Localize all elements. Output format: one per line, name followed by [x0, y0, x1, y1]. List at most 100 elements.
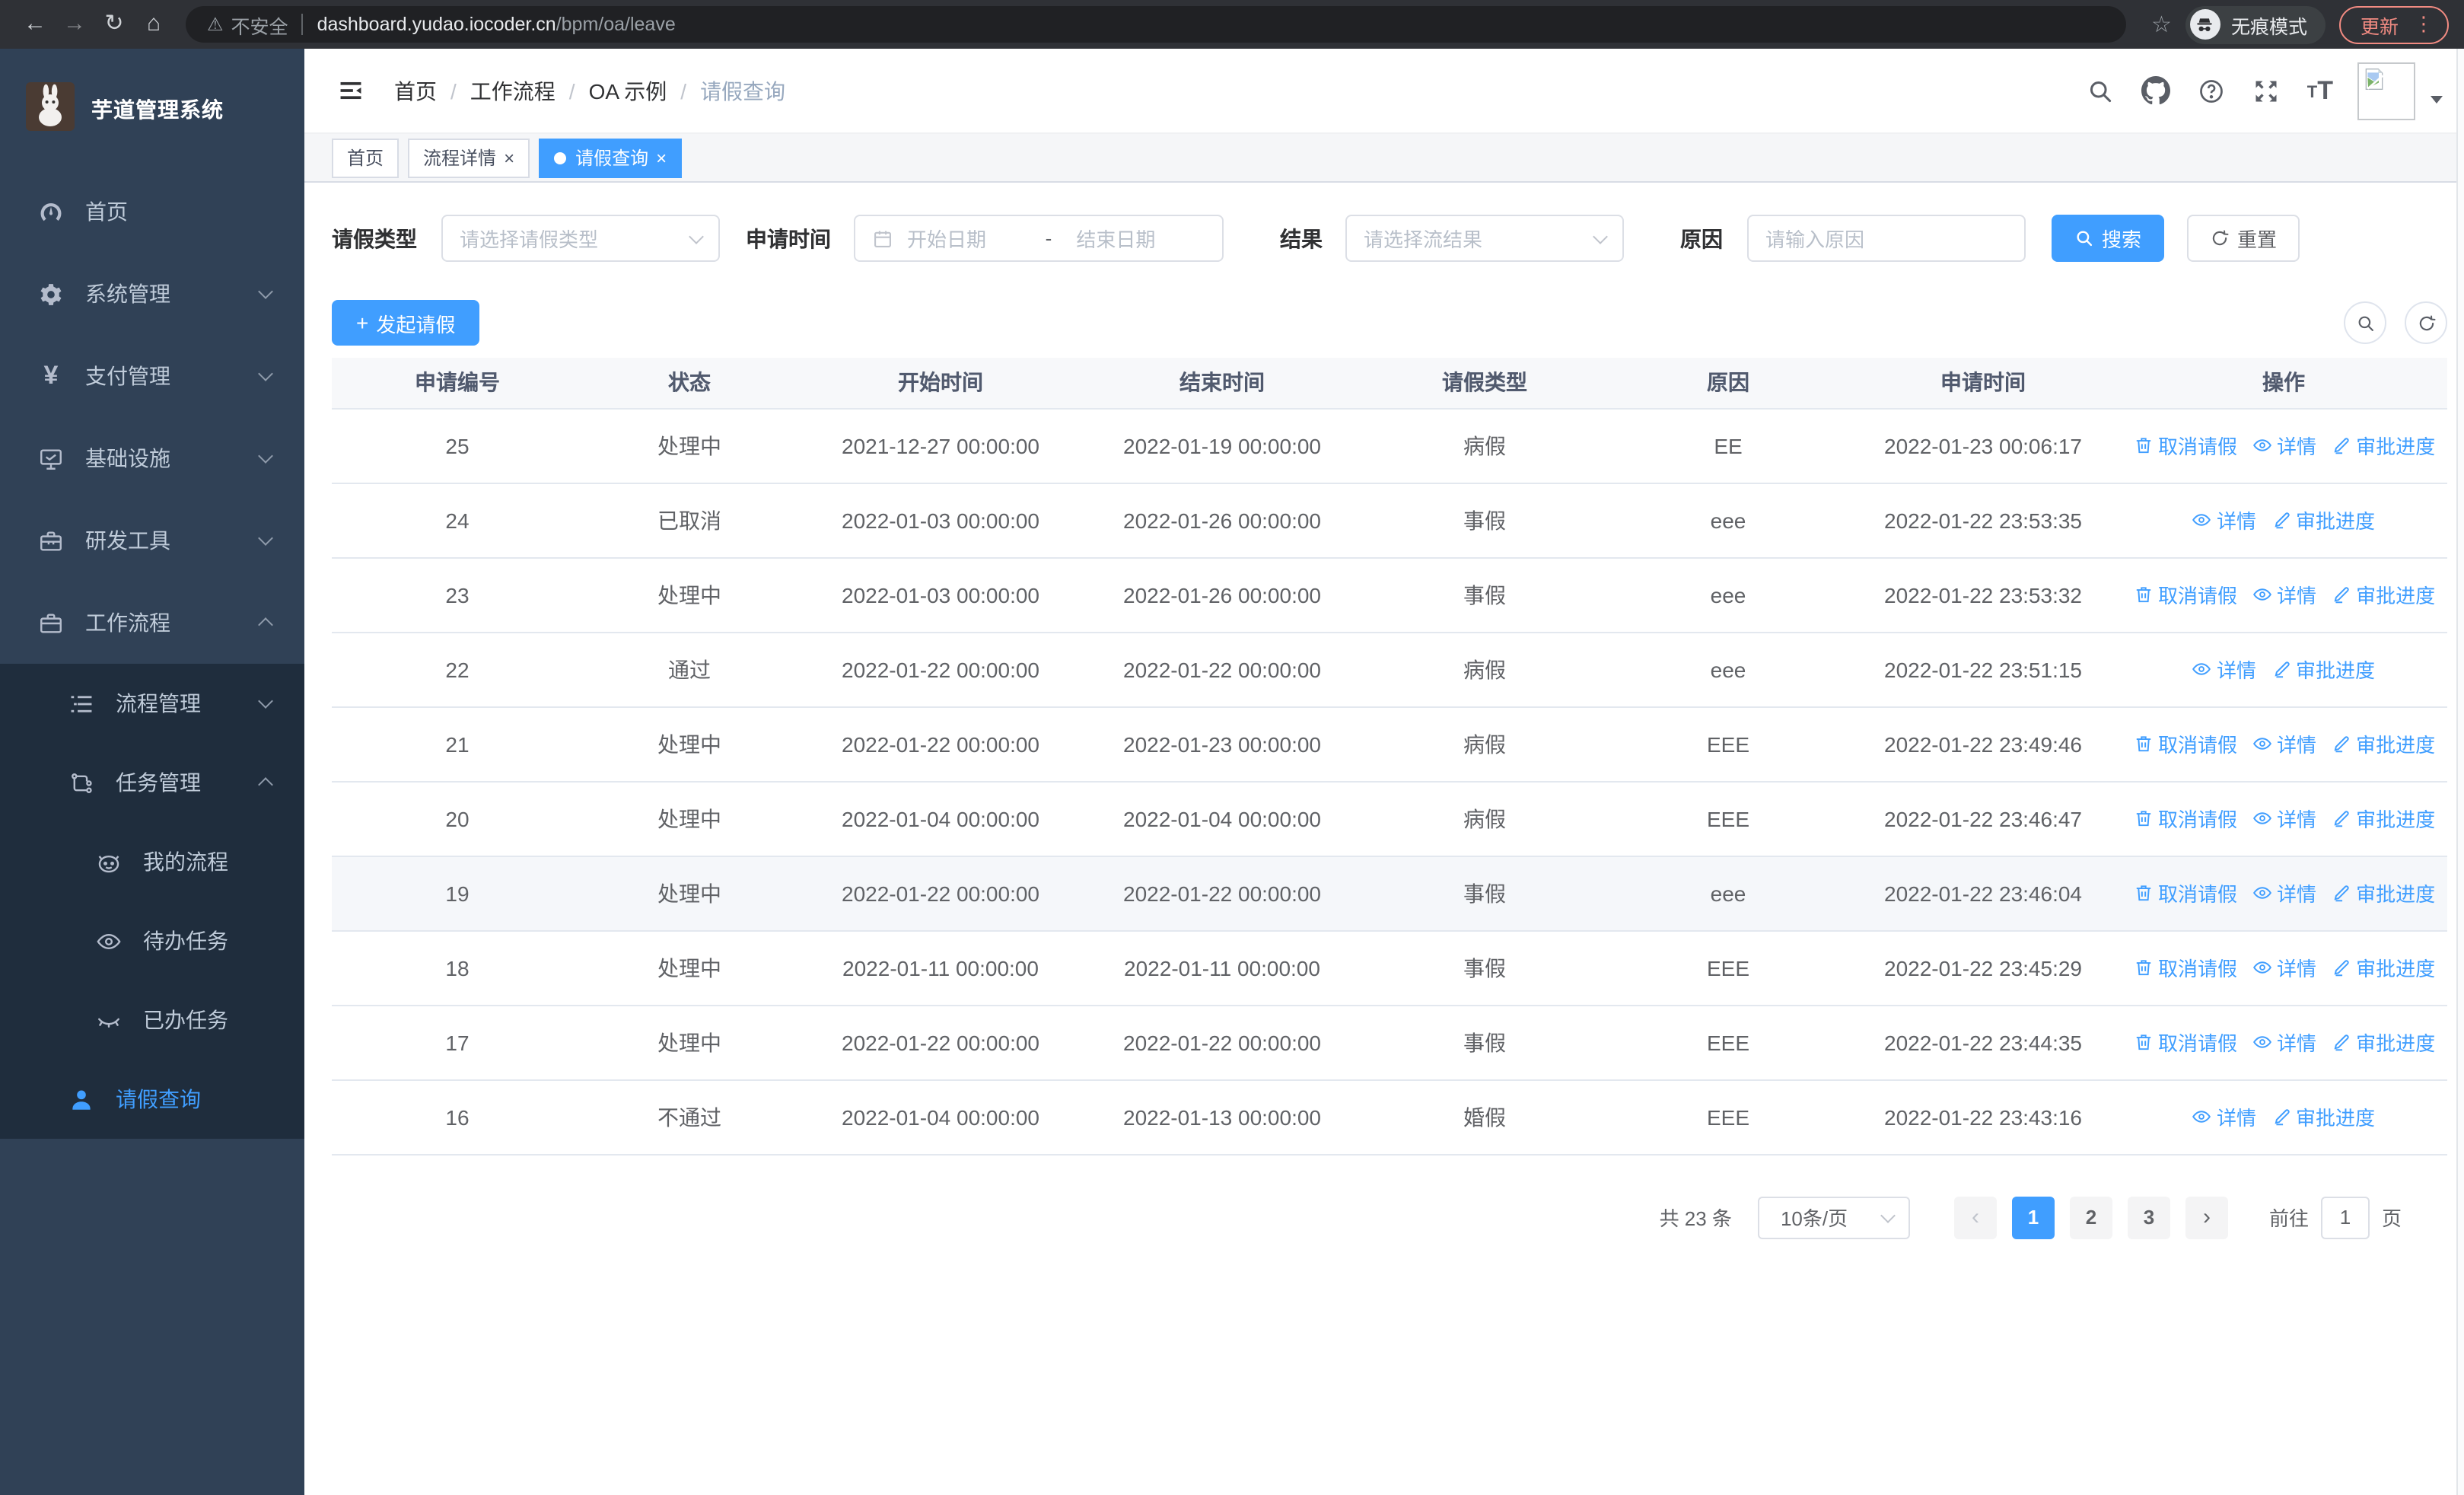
- progress-link[interactable]: 审批进度: [2332, 580, 2435, 609]
- bookmark-star-icon[interactable]: ☆: [2151, 11, 2172, 38]
- cell-start: 2022-01-22 00:00:00: [796, 632, 1085, 707]
- breadcrumb-home[interactable]: 首页: [394, 75, 437, 106]
- progress-link[interactable]: 审批进度: [2332, 431, 2435, 460]
- cell-actions: 取消请假 详情 审批进度: [2120, 408, 2447, 483]
- sidebar-item-task-management[interactable]: 任务管理: [0, 743, 304, 822]
- back-icon[interactable]: ←: [15, 0, 55, 49]
- tab-home[interactable]: 首页: [332, 138, 400, 177]
- sidebar-item-workflow[interactable]: 工作流程: [0, 582, 304, 664]
- goto-page-input[interactable]: 1: [2320, 1196, 2370, 1238]
- cancel-link[interactable]: 取消请假: [2134, 1028, 2237, 1057]
- leave-type-select[interactable]: 请选择请假类型: [441, 215, 720, 262]
- breadcrumb-workflow[interactable]: 工作流程: [470, 75, 556, 106]
- home-icon[interactable]: ⌂: [134, 0, 173, 49]
- close-icon[interactable]: ×: [504, 148, 514, 167]
- sidebar-item-done-task[interactable]: 已办任务: [0, 980, 304, 1060]
- sidebar-item-my-process[interactable]: 我的流程: [0, 822, 304, 901]
- reload-icon[interactable]: ↻: [94, 0, 134, 49]
- progress-link[interactable]: 审批进度: [2332, 729, 2435, 758]
- detail-link[interactable]: 详情: [2252, 1028, 2316, 1057]
- hamburger-icon[interactable]: [326, 78, 376, 104]
- tab-leave-query[interactable]: 请假查询 ×: [539, 138, 683, 177]
- detail-link[interactable]: 详情: [2252, 729, 2316, 758]
- detail-link[interactable]: 详情: [2192, 505, 2256, 534]
- progress-link[interactable]: 审批进度: [2332, 878, 2435, 907]
- cell-applied: 2022-01-22 23:49:46: [1846, 706, 2120, 782]
- edit-icon: [2332, 734, 2351, 754]
- progress-label: 审批进度: [2356, 808, 2436, 831]
- sidebar-item-todo-task[interactable]: 待办任务: [0, 901, 304, 980]
- cell-id: 18: [332, 930, 583, 1006]
- trash-icon: [2134, 883, 2154, 903]
- search-button[interactable]: 搜索: [2052, 215, 2165, 262]
- column-header: 申请时间: [1846, 358, 2120, 409]
- url-bar[interactable]: ⚠ 不安全 dashboard.yudao.iocoder.cn/bpm/oa/…: [186, 6, 2126, 43]
- sidebar-item-payment[interactable]: ¥ 支付管理: [0, 335, 304, 417]
- eye-view-icon: [2252, 734, 2272, 754]
- sidebar-item-leave-query[interactable]: 请假查询: [0, 1060, 304, 1139]
- avatar-caret-icon[interactable]: [2431, 96, 2443, 104]
- reason-input[interactable]: 请输入原因: [1747, 215, 2026, 262]
- avatar[interactable]: [2357, 62, 2415, 120]
- cancel-link[interactable]: 取消请假: [2134, 804, 2237, 833]
- tab-process-detail[interactable]: 流程详情 ×: [408, 138, 530, 177]
- detail-link[interactable]: 详情: [2252, 804, 2316, 833]
- tags-bar: 首页 流程详情 × 请假查询 ×: [304, 134, 2464, 183]
- sidebar-item-label: 待办任务: [143, 929, 228, 953]
- sidebar-item-process-management[interactable]: 流程管理: [0, 664, 304, 743]
- progress-link[interactable]: 审批进度: [2271, 655, 2375, 684]
- logo-row[interactable]: 芋道管理系统: [0, 49, 304, 171]
- github-icon[interactable]: [2141, 76, 2170, 105]
- progress-link[interactable]: 审批进度: [2332, 953, 2435, 982]
- edit-icon: [2271, 659, 2291, 679]
- font-size-icon[interactable]: TT: [2307, 78, 2333, 104]
- detail-link[interactable]: 详情: [2192, 655, 2256, 684]
- apply-time-range[interactable]: 开始日期 - 结束日期: [854, 215, 1224, 262]
- detail-link[interactable]: 详情: [2192, 1102, 2256, 1131]
- pagination-goto: 前往 1 页: [2269, 1196, 2402, 1238]
- result-select[interactable]: 请选择流结果: [1345, 215, 1624, 262]
- toggle-search-button[interactable]: [2344, 301, 2386, 344]
- search-icon[interactable]: [2087, 77, 2114, 104]
- pagination-total: 共 23 条: [1659, 1207, 1732, 1230]
- pagination-page-1[interactable]: 1: [2011, 1196, 2055, 1238]
- detail-link[interactable]: 详情: [2252, 580, 2316, 609]
- cancel-link[interactable]: 取消请假: [2134, 953, 2237, 982]
- pagination-prev-button[interactable]: ‹: [1953, 1196, 1997, 1238]
- table-row: 17 处理中 2022-01-22 00:00:00 2022-01-22 00:00…: [332, 1005, 2447, 1080]
- browser-update-button[interactable]: 更新 ⋮: [2338, 5, 2449, 43]
- progress-link[interactable]: 审批进度: [2271, 1102, 2375, 1131]
- forward-icon[interactable]: →: [55, 0, 94, 49]
- page-size-select[interactable]: 10条/页: [1757, 1196, 1910, 1238]
- scrollbar[interactable]: [2456, 49, 2464, 1495]
- fullscreen-icon[interactable]: [2252, 77, 2280, 104]
- pagination-page-3[interactable]: 3: [2127, 1196, 2170, 1238]
- sidebar-item-system[interactable]: 系统管理: [0, 253, 304, 335]
- cell-status: 处理中: [583, 930, 796, 1006]
- detail-link[interactable]: 详情: [2252, 878, 2316, 907]
- cancel-link[interactable]: 取消请假: [2134, 580, 2237, 609]
- sidebar-item-infrastructure[interactable]: 基础设施: [0, 417, 304, 499]
- close-icon[interactable]: ×: [656, 148, 667, 167]
- sidebar-item-devtools[interactable]: 研发工具: [0, 499, 304, 582]
- help-icon[interactable]: [2198, 77, 2225, 104]
- cancel-label: 取消请假: [2158, 958, 2238, 980]
- pagination-next-button[interactable]: ›: [2185, 1196, 2228, 1238]
- pagination-page-2[interactable]: 2: [2069, 1196, 2112, 1238]
- cancel-link[interactable]: 取消请假: [2134, 729, 2237, 758]
- reset-button[interactable]: 重置: [2187, 215, 2300, 262]
- refresh-table-button[interactable]: [2405, 301, 2447, 344]
- cancel-link[interactable]: 取消请假: [2134, 878, 2237, 907]
- create-leave-button[interactable]: + 发起请假: [332, 300, 480, 346]
- progress-link[interactable]: 审批进度: [2332, 1028, 2435, 1057]
- browser-menu-icon[interactable]: ⋮: [2414, 12, 2434, 37]
- edit-icon: [2332, 958, 2351, 977]
- detail-link[interactable]: 详情: [2252, 431, 2316, 460]
- cell-type: 事假: [1359, 1005, 1610, 1080]
- cancel-link[interactable]: 取消请假: [2134, 431, 2237, 460]
- progress-link[interactable]: 审批进度: [2271, 505, 2375, 534]
- sidebar-item-home[interactable]: 首页: [0, 171, 304, 253]
- detail-link[interactable]: 详情: [2252, 953, 2316, 982]
- breadcrumb-oa-example[interactable]: OA 示例: [589, 75, 667, 106]
- progress-link[interactable]: 审批进度: [2332, 804, 2435, 833]
